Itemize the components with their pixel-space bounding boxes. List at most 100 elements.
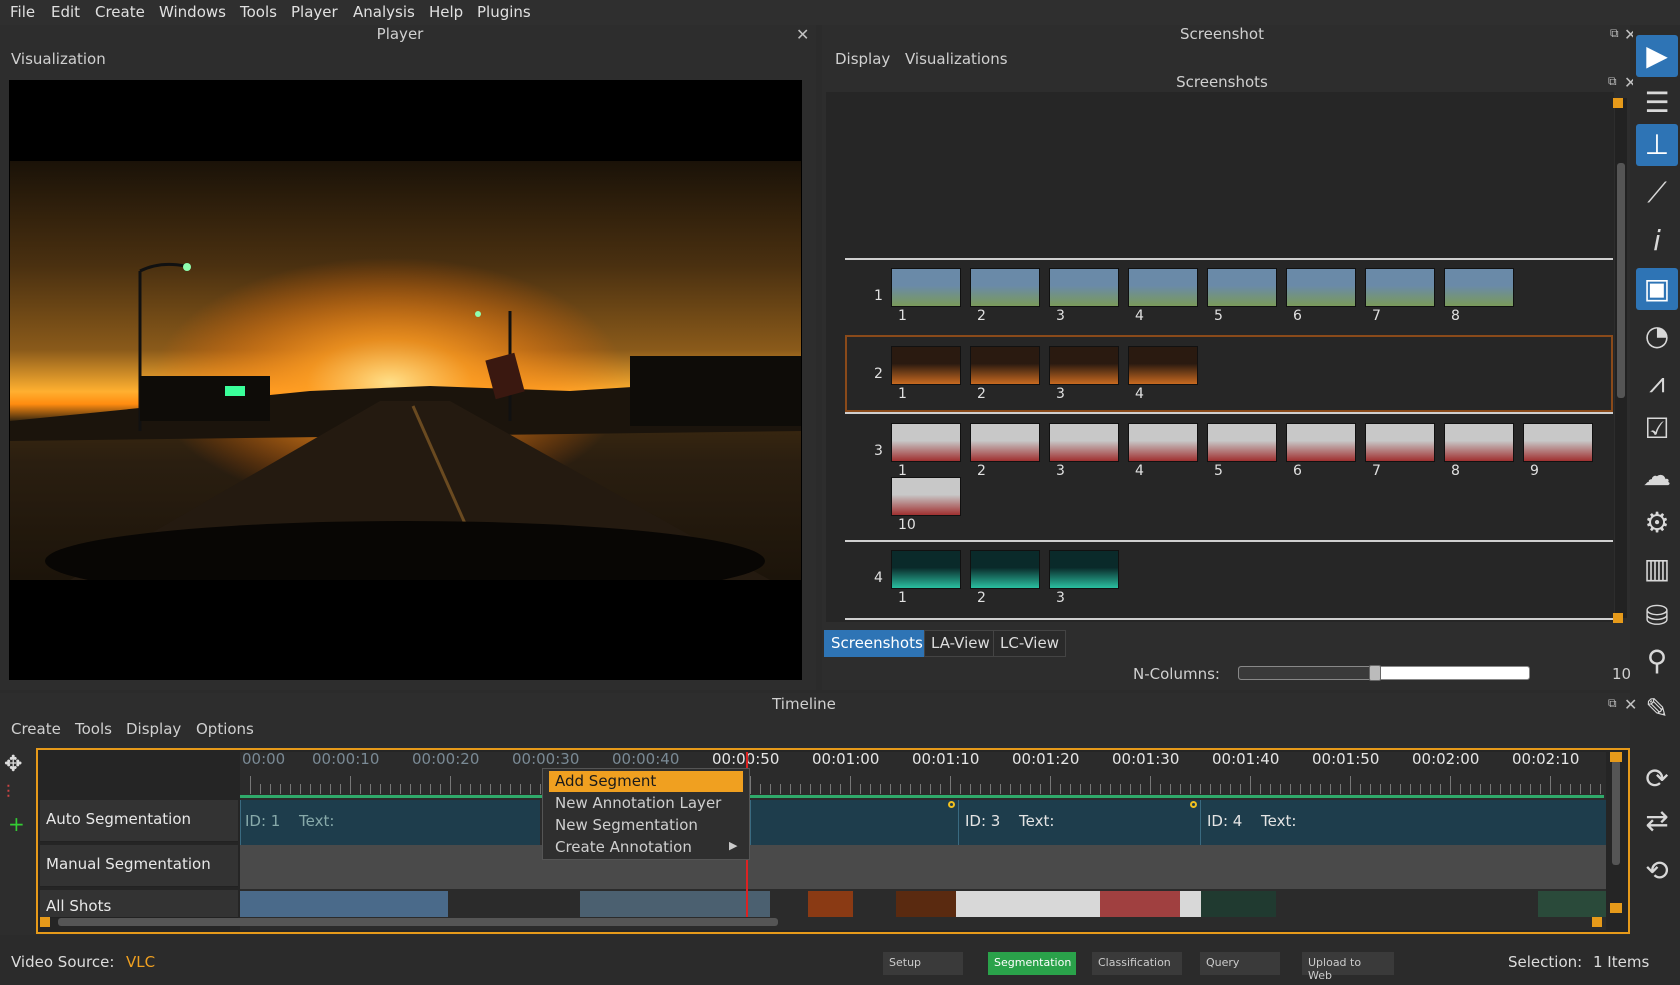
pipeline-icon[interactable]: ⟲ (1636, 850, 1678, 892)
screenshot-thumbnail[interactable] (970, 268, 1040, 307)
ncolumns-slider[interactable] (1238, 665, 1530, 681)
add-segment-item[interactable]: Add Segment (549, 771, 743, 792)
tl-marker[interactable] (1610, 903, 1622, 913)
screenshot-thumbnail[interactable] (970, 550, 1040, 589)
all-shots-track[interactable] (240, 889, 1606, 917)
scroll-marker-bottom[interactable] (1613, 613, 1623, 623)
cut-icon[interactable]: ⫶ (6, 782, 11, 803)
screenshot-icon[interactable]: ▣ (1636, 268, 1678, 310)
close-icon[interactable]: ✕ (1624, 695, 1637, 714)
screenshot-thumbnail[interactable] (891, 268, 961, 307)
screenshot-thumbnail[interactable] (1128, 268, 1198, 307)
menu-file[interactable]: File (10, 3, 35, 21)
manual-segmentation-track[interactable] (240, 845, 1606, 889)
screenshot-thumbnail[interactable] (1207, 268, 1277, 307)
screenshot-thumbnail[interactable] (891, 423, 961, 462)
tl-marker[interactable] (40, 917, 50, 927)
vocabulary-icon[interactable]: ⟋ (1636, 172, 1678, 214)
upload-icon[interactable]: ☁ (1636, 455, 1678, 497)
screenshot-thumbnail[interactable] (1049, 423, 1119, 462)
stage-classification[interactable]: Classification (1092, 952, 1182, 975)
scrollbar-handle[interactable] (1617, 163, 1625, 398)
create-annotation-item[interactable]: Create Annotation (549, 837, 743, 858)
stage-setup[interactable]: Setup (883, 952, 963, 975)
stage-upload[interactable]: Upload to Web (1302, 952, 1394, 982)
screenshot-thumbnail[interactable] (1049, 550, 1119, 589)
screenshot-thumbnail[interactable] (1365, 423, 1435, 462)
timeline-hscrollbar[interactable] (58, 918, 778, 926)
timeline-menu-create[interactable]: Create (11, 720, 61, 738)
segment-2[interactable] (750, 800, 958, 845)
layer-auto-segmentation[interactable]: Auto Segmentation (40, 800, 238, 842)
tl-marker[interactable] (1592, 917, 1602, 927)
screenshot-thumbnail[interactable] (970, 423, 1040, 462)
stage-segmentation[interactable]: Segmentation (988, 952, 1076, 975)
add-marker-icon[interactable]: + (8, 812, 25, 836)
chart-icon[interactable]: ◔ (1636, 315, 1678, 357)
graph-icon[interactable]: ⩘ (1636, 362, 1678, 404)
float-icon[interactable]: ⧉ (1608, 74, 1617, 89)
timeline-icon[interactable]: ⊥ (1636, 124, 1678, 166)
timeline-menu-display[interactable]: Display (126, 720, 181, 738)
screenshot-thumbnail[interactable] (891, 346, 961, 385)
menu-analysis[interactable]: Analysis (353, 3, 415, 21)
screenshot-thumbnail[interactable] (1444, 423, 1514, 462)
screenshot-thumbnail[interactable] (970, 346, 1040, 385)
timeline-vscrollbar[interactable] (1612, 760, 1620, 865)
close-icon[interactable]: ✕ (796, 25, 809, 44)
float-icon[interactable]: ⧉ (1608, 696, 1617, 711)
stage-query[interactable]: Query (1200, 952, 1280, 975)
float-icon[interactable]: ⧉ (1610, 26, 1619, 41)
screenshot-thumbnail[interactable] (1523, 423, 1593, 462)
menu-windows[interactable]: Windows (159, 3, 226, 21)
screenshot-thumbnail[interactable] (1128, 423, 1198, 462)
screenshot-thumbnail[interactable] (1207, 423, 1277, 462)
menu-help[interactable]: Help (429, 3, 463, 21)
timeline-menu-tools[interactable]: Tools (75, 720, 112, 738)
segment-handle[interactable] (1190, 801, 1197, 808)
tab-screenshots[interactable]: Screenshots (824, 630, 930, 657)
screenshot-thumbnail[interactable] (1128, 346, 1198, 385)
layer-all-shots[interactable]: All Shots (40, 890, 238, 918)
segment-1[interactable]: ID: 1 Text: (240, 800, 540, 845)
screenshot-thumbnail[interactable] (1049, 268, 1119, 307)
settings-icon[interactable]: ⚙ (1636, 502, 1678, 544)
library-icon[interactable]: ▥ (1636, 548, 1678, 590)
screenshot-thumbnail[interactable] (1444, 268, 1514, 307)
display-menu[interactable]: Display (835, 50, 890, 68)
menu-create[interactable]: Create (95, 3, 145, 21)
screenshot-thumbnail[interactable] (891, 550, 961, 589)
menu-tools[interactable]: Tools (240, 3, 277, 21)
tl-marker[interactable] (1610, 752, 1622, 762)
screenshot-thumbnail[interactable] (891, 477, 961, 516)
search-icon[interactable]: ⚲ (1636, 640, 1678, 682)
menu-edit[interactable]: Edit (51, 3, 80, 21)
edit-icon[interactable]: ✎ (1636, 688, 1678, 730)
player-icon[interactable]: ▶ (1636, 35, 1678, 77)
segment-4[interactable]: ID: 4 Text: (1200, 800, 1606, 845)
menu-plugins[interactable]: Plugins (477, 3, 531, 21)
menu-player[interactable]: Player (291, 3, 338, 21)
scroll-marker-top[interactable] (1613, 98, 1623, 108)
slider-handle[interactable] (1369, 665, 1382, 681)
list-icon[interactable]: ☰ (1636, 82, 1678, 124)
segment-3[interactable]: ID: 3 Text: (958, 800, 1200, 845)
refresh-icon[interactable]: ⟳ (1636, 758, 1678, 800)
timeline-menu-options[interactable]: Options (196, 720, 254, 738)
visualizations-menu[interactable]: Visualizations (905, 50, 1008, 68)
database-icon[interactable]: ⛁ (1636, 595, 1678, 637)
info-icon[interactable]: i (1636, 220, 1678, 262)
scrollbar[interactable] (1615, 98, 1627, 618)
new-segmentation-item[interactable]: New Segmentation (549, 815, 743, 836)
screenshot-thumbnail[interactable] (1286, 268, 1356, 307)
layer-manual-segmentation[interactable]: Manual Segmentation (40, 845, 238, 887)
checklist-icon[interactable]: ☑ (1636, 408, 1678, 450)
tab-la-view[interactable]: LA-View (924, 630, 997, 657)
tab-lc-view[interactable]: LC-View (993, 630, 1066, 657)
move-icon[interactable]: ✥ (4, 752, 22, 777)
screenshot-thumbnail[interactable] (1286, 423, 1356, 462)
screenshot-thumbnail[interactable] (1365, 268, 1435, 307)
sync-icon[interactable]: ⇄ (1636, 800, 1678, 842)
segment-handle[interactable] (948, 801, 955, 808)
video-frame[interactable] (10, 161, 801, 580)
